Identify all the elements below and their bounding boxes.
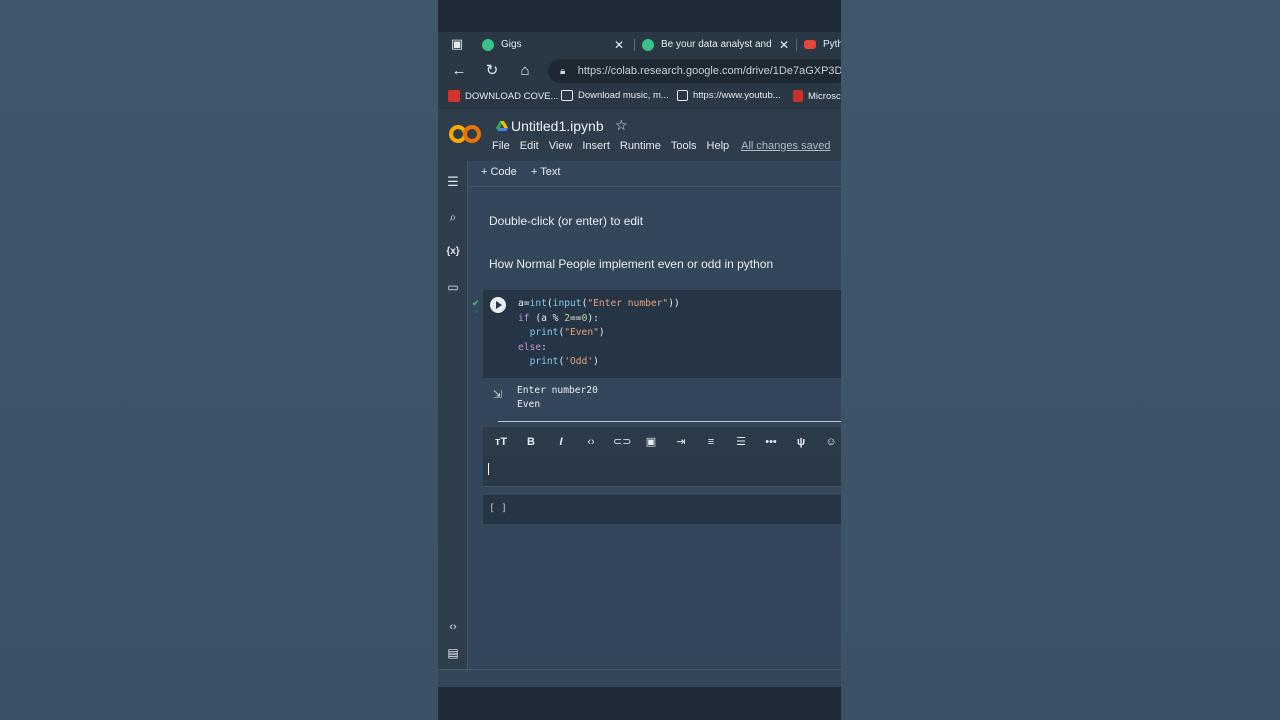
google-drive-icon[interactable]: [496, 120, 508, 132]
page-icon: [677, 90, 688, 101]
notebook-main: + Code + Text Double-click (or enter) to…: [468, 161, 841, 669]
add-code-button[interactable]: + Code: [481, 166, 517, 178]
output-text: Enter number20 Even: [517, 384, 598, 412]
bookmark-label: https://www.youtub...: [693, 90, 781, 101]
cell-divider: [498, 421, 841, 422]
image-icon[interactable]: ▣: [643, 434, 659, 450]
output-line: Even: [517, 399, 541, 410]
bold-icon[interactable]: B: [523, 434, 539, 450]
status-bar: [438, 669, 841, 688]
phone-screen: ▣ Gigs ✕ Be your data analyst and d… ✕ P…: [438, 0, 841, 720]
bookmark-microsoft[interactable]: Microsc: [793, 90, 841, 102]
reload-icon[interactable]: ↻: [484, 63, 500, 79]
menu-file[interactable]: File: [492, 140, 510, 152]
menu-view[interactable]: View: [549, 140, 573, 152]
star-icon[interactable]: ☆: [615, 117, 628, 134]
close-tab-icon[interactable]: ✕: [614, 38, 624, 52]
empty-code-cell[interactable]: [ ]: [483, 495, 841, 524]
tab-youtube[interactable]: Pyth: [804, 32, 841, 57]
variables-icon[interactable]: {x}: [445, 244, 461, 260]
menu-tools[interactable]: Tools: [671, 140, 697, 152]
tab-divider: [796, 39, 797, 51]
run-cell-button[interactable]: [490, 297, 506, 313]
menu-bar: File Edit View Insert Runtime Tools Help…: [492, 140, 830, 152]
lock-icon: 🔒︎: [560, 65, 566, 77]
text-cell-1[interactable]: Double-click (or enter) to edit: [489, 214, 643, 228]
execution-count: ○: [474, 309, 478, 315]
url-field[interactable]: 🔒︎ https://colab.research.google.com/dri…: [548, 59, 841, 83]
bookmark-label: Microsc: [808, 90, 841, 102]
output-icon[interactable]: ⇲: [493, 388, 505, 401]
browser-tab-bar: ▣ Gigs ✕ Be your data analyst and d… ✕ P…: [438, 32, 841, 57]
horizontal-rule-icon[interactable]: •••: [763, 434, 779, 450]
menu-runtime[interactable]: Runtime: [620, 140, 661, 152]
bookmark-label: DOWNLOAD COVE...: [465, 90, 559, 102]
background-right: [841, 0, 1280, 720]
cell-prompt: [ ]: [489, 503, 508, 514]
bookmark-download-music[interactable]: Download music, m...: [561, 90, 669, 101]
markdown-toolbar: ᴛT B I ‹› ⊂⊃ ▣ ⇥ ≡ ☰ ••• ψ ☺: [483, 427, 841, 456]
tab-title: Be your data analyst and d…: [661, 39, 773, 50]
bulleted-list-icon[interactable]: ☰: [733, 434, 749, 450]
markdown-editor[interactable]: [483, 456, 841, 487]
address-bar-row: ← ↻ ⌂ 🔒︎ https://colab.research.google.c…: [438, 57, 841, 85]
text-cell-2[interactable]: How Normal People implement even or odd …: [489, 257, 773, 271]
monitor-icon: [561, 90, 573, 101]
bookmarks-bar: DOWNLOAD COVE... Download music, m... ht…: [438, 85, 841, 109]
notebook-toolbar: + Code + Text: [468, 161, 841, 187]
italic-icon[interactable]: I: [553, 434, 569, 450]
output-line: Enter number20: [517, 385, 598, 396]
bottom-strip: [438, 687, 841, 720]
bookmark-favicon-icon: [793, 90, 803, 102]
menu-edit[interactable]: Edit: [520, 140, 539, 152]
tab-title: Pyth: [823, 39, 841, 50]
indent-icon[interactable]: ⇥: [673, 434, 689, 450]
emoji-icon[interactable]: ☺: [823, 434, 839, 450]
background-left: [0, 0, 438, 720]
add-text-button[interactable]: + Text: [531, 166, 560, 178]
fiverr-favicon-icon: [642, 38, 654, 51]
bookmark-label: Download music, m...: [578, 90, 669, 101]
link-icon[interactable]: ⊂⊃: [613, 434, 631, 450]
tab-divider: [634, 39, 635, 51]
table-of-contents-icon[interactable]: ☰: [445, 174, 461, 190]
code-cell[interactable]: a=int(input("Enter number")) if (a % 2==…: [483, 290, 841, 378]
save-status[interactable]: All changes saved: [741, 140, 830, 152]
search-icon[interactable]: ⌕: [445, 209, 461, 225]
text-size-icon[interactable]: ᴛT: [493, 434, 509, 450]
bookmark-youtube-url[interactable]: https://www.youtub...: [677, 90, 781, 101]
execution-success-icon: ✔: [472, 298, 480, 308]
colab-logo-icon[interactable]: [449, 123, 481, 145]
home-icon[interactable]: ⌂: [517, 63, 533, 79]
text-cursor: [488, 463, 489, 475]
close-tab-icon[interactable]: ✕: [779, 38, 789, 52]
back-arrow-icon[interactable]: ←: [451, 63, 467, 79]
tab-title: Gigs: [501, 39, 522, 50]
numbered-list-icon[interactable]: ≡: [703, 434, 719, 450]
colab-header: Untitled1.ipynb ☆ File Edit View Insert …: [438, 109, 841, 161]
folder-icon[interactable]: ▭: [445, 279, 461, 295]
url-text: https://colab.research.google.com/drive/…: [577, 65, 841, 77]
bookmark-download-cover[interactable]: DOWNLOAD COVE...: [448, 90, 558, 102]
status-strip: [438, 0, 841, 32]
tab-data-analyst[interactable]: Be your data analyst and d… ✕: [642, 32, 797, 57]
left-sidebar: ☰ ⌕ {x} ▭ ‹› ▤: [438, 161, 468, 669]
tab-actions-icon[interactable]: ▣: [449, 36, 465, 52]
cell-output: ⇲ Enter number20 Even: [483, 379, 841, 421]
menu-help[interactable]: Help: [707, 140, 730, 152]
tab-gigs[interactable]: Gigs ✕: [482, 32, 632, 57]
youtube-favicon-icon: [804, 40, 816, 49]
code-icon[interactable]: ‹›: [583, 434, 599, 450]
code-editor[interactable]: a=int(input("Enter number")) if (a % 2==…: [518, 297, 680, 370]
latex-icon[interactable]: ψ: [793, 434, 809, 450]
menu-insert[interactable]: Insert: [582, 140, 610, 152]
terminal-icon[interactable]: ▤: [445, 645, 461, 661]
gigs-favicon-icon: [482, 38, 494, 51]
notebook-title[interactable]: Untitled1.ipynb: [511, 118, 604, 134]
bookmark-favicon-icon: [448, 90, 460, 102]
code-snippets-icon[interactable]: ‹›: [445, 619, 461, 635]
